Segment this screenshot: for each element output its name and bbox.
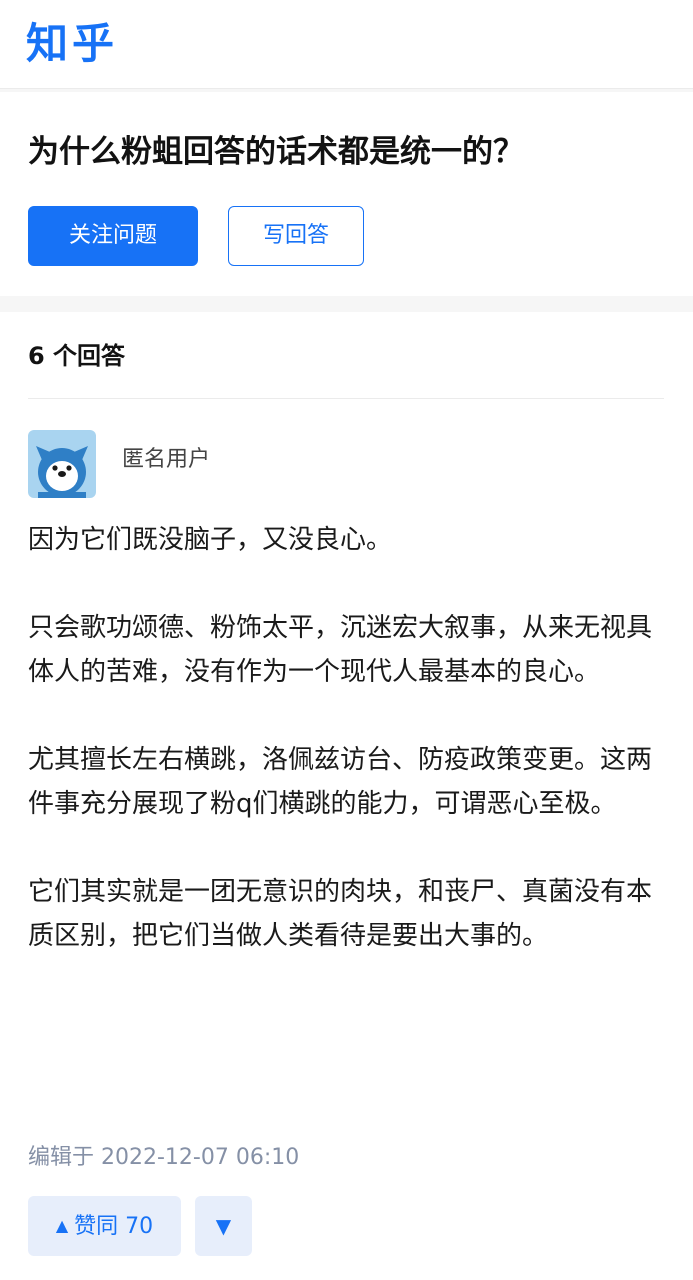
answer-paragraph: 因为它们既没脑子，又没良心。 (28, 525, 393, 555)
answer-paragraph: 它们其实就是一团无意识的肉块，和丧尸、真菌没有本质区别，把它们当做人类看待是要出… (28, 877, 653, 951)
write-answer-button[interactable]: 写回答 (228, 206, 364, 266)
triangle-up-icon: ▲ (55, 1216, 69, 1235)
upvote-label: 赞同 70 (74, 1214, 154, 1239)
question-title: 为什么粉蛆回答的话术都是统一的？ (28, 134, 524, 170)
answer-paragraph: 尤其擅长左右横跳，洛佩兹访台、防疫政策变更。这两件事充分展现了粉q们横跳的能力，… (28, 745, 653, 819)
answer-content: 因为它们既没脑子，又没良心。 只会歌功颂德、粉饰太平，沉迷宏大叙事，从来无视具体… (28, 518, 668, 1002)
answer-count: 6 个回答 (28, 342, 126, 370)
anonymous-avatar-icon[interactable] (28, 430, 96, 498)
divider (28, 398, 664, 399)
top-bar: 知乎 (0, 0, 693, 89)
upvote-button[interactable]: ▲ 赞同 70 (28, 1196, 181, 1256)
answers-section: 6 个回答 匿名用户 因为它们既没脑子，又没良心。 只会歌功颂德、粉饰太平，沉迷… (0, 312, 693, 1280)
zhihu-logo[interactable]: 知乎 (26, 14, 118, 74)
follow-question-button[interactable]: 关注问题 (28, 206, 198, 266)
answer-paragraph: 只会歌功颂德、粉饰太平，沉迷宏大叙事，从来无视具体人的苦难，没有作为一个现代人最… (28, 613, 653, 687)
question-card: 为什么粉蛆回答的话术都是统一的？ 关注问题 写回答 (0, 92, 693, 296)
edit-timestamp: 编辑于 2022-12-07 06:10 (28, 1145, 300, 1170)
triangle-down-icon: ▼ (215, 1214, 232, 1238)
author-name[interactable]: 匿名用户 (122, 442, 210, 478)
downvote-button[interactable]: ▼ (195, 1196, 252, 1256)
